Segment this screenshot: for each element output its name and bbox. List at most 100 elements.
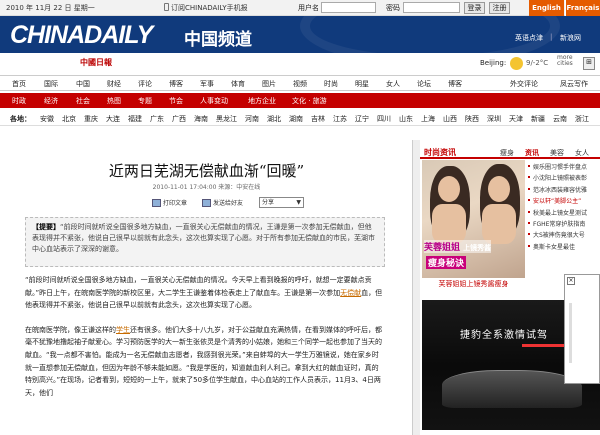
nav-item[interactable]: 评论 bbox=[138, 79, 152, 89]
subnav-item[interactable]: 文化 · 旅游 bbox=[292, 96, 327, 106]
region-item[interactable]: 广西 bbox=[172, 114, 186, 124]
ad-text: 捷豹全系激情试驾 bbox=[460, 330, 548, 341]
region-item[interactable]: 山东 bbox=[399, 114, 413, 124]
subnav-item[interactable]: 时政 bbox=[12, 96, 26, 106]
nav-item[interactable]: 军事 bbox=[200, 79, 214, 89]
list-item[interactable]: 大S被摔伤竟很大号 bbox=[528, 230, 600, 241]
region-item[interactable]: 福建 bbox=[128, 114, 142, 124]
subnav-item[interactable]: 社会 bbox=[76, 96, 90, 106]
summary-text: “前段时间就听说全国很多地方缺血，一直很关心无偿献血的情况，王谦是第一次参加无偿… bbox=[32, 223, 375, 253]
sidebar-title: 时尚资讯 bbox=[424, 148, 456, 157]
bullet-icon bbox=[528, 233, 530, 236]
region-item[interactable]: 北京 bbox=[62, 114, 76, 124]
password-input[interactable] bbox=[403, 2, 460, 13]
subnav-item[interactable]: 地方企业 bbox=[248, 96, 276, 106]
region-item[interactable]: 湖南 bbox=[289, 114, 303, 124]
keyword-link[interactable]: 无偿献 bbox=[340, 289, 361, 297]
sidebar-list: 娱乐圈习惯手伴盘点 小沈阳上镜照被表彰 范冰冰西装雍容优雅 安以轩“美脚公主” … bbox=[528, 162, 600, 253]
close-icon[interactable]: × bbox=[567, 277, 575, 285]
sina-link[interactable]: 新浪网 bbox=[560, 33, 581, 43]
bullet-icon bbox=[528, 222, 530, 225]
english-tips-link[interactable]: 英语点津 bbox=[515, 33, 543, 43]
channel-title: 中国频道 bbox=[184, 30, 252, 50]
share-select[interactable]: 分享 ▼ bbox=[259, 197, 304, 208]
region-item[interactable]: 重庆 bbox=[84, 114, 98, 124]
subscribe-link[interactable]: 订阅CHINADAILY手机报 bbox=[164, 3, 248, 13]
promo-caption-link[interactable]: 芙蓉姐姐上镜秀酱瘦身 bbox=[422, 279, 525, 289]
send-friend-link[interactable]: 发送给好友 bbox=[202, 198, 243, 207]
region-item[interactable]: 河南 bbox=[245, 114, 259, 124]
region-item[interactable]: 湖北 bbox=[267, 114, 281, 124]
region-item[interactable]: 吉林 bbox=[311, 114, 325, 124]
region-item[interactable]: 安徽 bbox=[40, 114, 54, 124]
region-item[interactable]: 海南 bbox=[194, 114, 208, 124]
nav-item[interactable]: 博客 bbox=[448, 79, 462, 89]
nav-item[interactable]: 国际 bbox=[44, 79, 58, 89]
scrollbar[interactable] bbox=[413, 140, 420, 435]
article-meta: 2010-11-01 17:04:00 来源：中安在线 bbox=[152, 184, 261, 191]
weather-toggle-button[interactable]: ⊞ bbox=[583, 57, 595, 70]
bullet-icon bbox=[528, 210, 530, 213]
login-button[interactable]: 登录 bbox=[464, 2, 485, 14]
tab-women[interactable]: 女人 bbox=[575, 148, 589, 158]
region-item[interactable]: 四川 bbox=[377, 114, 391, 124]
subnav-item[interactable]: 经济 bbox=[44, 96, 58, 106]
more-cities-link[interactable]: more cities bbox=[557, 55, 577, 67]
region-item[interactable]: 大连 bbox=[106, 114, 120, 124]
region-item[interactable]: 辽宁 bbox=[355, 114, 369, 124]
region-item[interactable]: 上海 bbox=[421, 114, 435, 124]
nav-item[interactable]: 论坛 bbox=[417, 79, 431, 89]
nav-item[interactable]: 博客 bbox=[169, 79, 183, 89]
region-nav: 各地： 安徽 北京 重庆 大连 福建 广东 广西 海南 黑龙江 河南 湖北 湖南… bbox=[0, 110, 600, 126]
article-summary: 【提要】“前段时间就听说全国很多地方缺血，一直很关心无偿献血的情况，王谦是第一次… bbox=[25, 217, 385, 267]
region-item[interactable]: 天津 bbox=[509, 114, 523, 124]
subnav-item[interactable]: 专题 bbox=[138, 96, 152, 106]
subnav-item[interactable]: 节会 bbox=[169, 96, 183, 106]
region-item[interactable]: 云南 bbox=[553, 114, 567, 124]
nav-item[interactable]: 中国 bbox=[76, 79, 90, 89]
nav-item[interactable]: 图片 bbox=[262, 79, 276, 89]
nav-item[interactable]: 明星 bbox=[355, 79, 369, 89]
chevron-down-icon: ▼ bbox=[296, 199, 301, 206]
username-input[interactable] bbox=[321, 2, 376, 13]
nav-writing-link[interactable]: 凤云写作 bbox=[560, 79, 588, 89]
tab-news[interactable]: 资讯 bbox=[525, 148, 539, 158]
nav-item[interactable]: 首页 bbox=[12, 79, 26, 89]
region-item[interactable]: 陕西 bbox=[465, 114, 479, 124]
bullet-icon bbox=[528, 176, 530, 179]
tab-slim[interactable]: 瘦身 bbox=[500, 148, 514, 158]
region-item[interactable]: 江苏 bbox=[333, 114, 347, 124]
subnav-item[interactable]: 人事变动 bbox=[200, 96, 228, 106]
subnav-item[interactable]: 热图 bbox=[107, 96, 121, 106]
region-item[interactable]: 黑龙江 bbox=[216, 114, 237, 124]
nav-item[interactable]: 时尚 bbox=[324, 79, 338, 89]
register-button[interactable]: 注册 bbox=[489, 2, 510, 14]
nav-diplomacy-link[interactable]: 外交评论 bbox=[510, 79, 538, 89]
car-image bbox=[442, 370, 582, 408]
list-item[interactable]: 奥斯卡女星最佳 bbox=[528, 242, 600, 253]
list-item[interactable]: FGHE常穿护肤指南 bbox=[528, 219, 600, 230]
weather-bar: 中國日報 Beijing: 9/-2°C more cities ⊞ bbox=[0, 53, 600, 75]
region-item[interactable]: 深圳 bbox=[487, 114, 501, 124]
list-item[interactable]: 娱乐圈习惯手伴盘点 bbox=[528, 162, 600, 173]
print-link[interactable]: 打印文章 bbox=[152, 198, 187, 207]
username-label: 用户名 bbox=[298, 4, 319, 12]
nav-item[interactable]: 财经 bbox=[107, 79, 121, 89]
list-item[interactable]: 小沈阳上镜照被表彰 bbox=[528, 173, 600, 184]
region-item[interactable]: 新疆 bbox=[531, 114, 545, 124]
list-item[interactable]: 安以轩“美脚公主” bbox=[528, 196, 600, 207]
nav-item[interactable]: 女人 bbox=[386, 79, 400, 89]
tab-beauty[interactable]: 美容 bbox=[550, 148, 564, 158]
lang-french-link[interactable]: Français bbox=[565, 0, 600, 16]
region-item[interactable]: 浙江 bbox=[575, 114, 589, 124]
region-item[interactable]: 山西 bbox=[443, 114, 457, 124]
nav-item[interactable]: 体育 bbox=[231, 79, 245, 89]
list-item[interactable]: 范冰冰西装雍容优雅 bbox=[528, 185, 600, 196]
promo-image[interactable]: 芙蓉姐姐 上镜秀酱 瘦身秘诀 bbox=[422, 160, 525, 278]
keyword-link[interactable]: 学生 bbox=[116, 326, 130, 334]
lang-english-link[interactable]: English bbox=[529, 0, 564, 16]
list-item[interactable]: 秋美最上镜女星测试 bbox=[528, 208, 600, 219]
region-item[interactable]: 广东 bbox=[150, 114, 164, 124]
nav-item[interactable]: 视频 bbox=[293, 79, 307, 89]
site-logo[interactable]: CHINADAILY bbox=[10, 21, 153, 50]
